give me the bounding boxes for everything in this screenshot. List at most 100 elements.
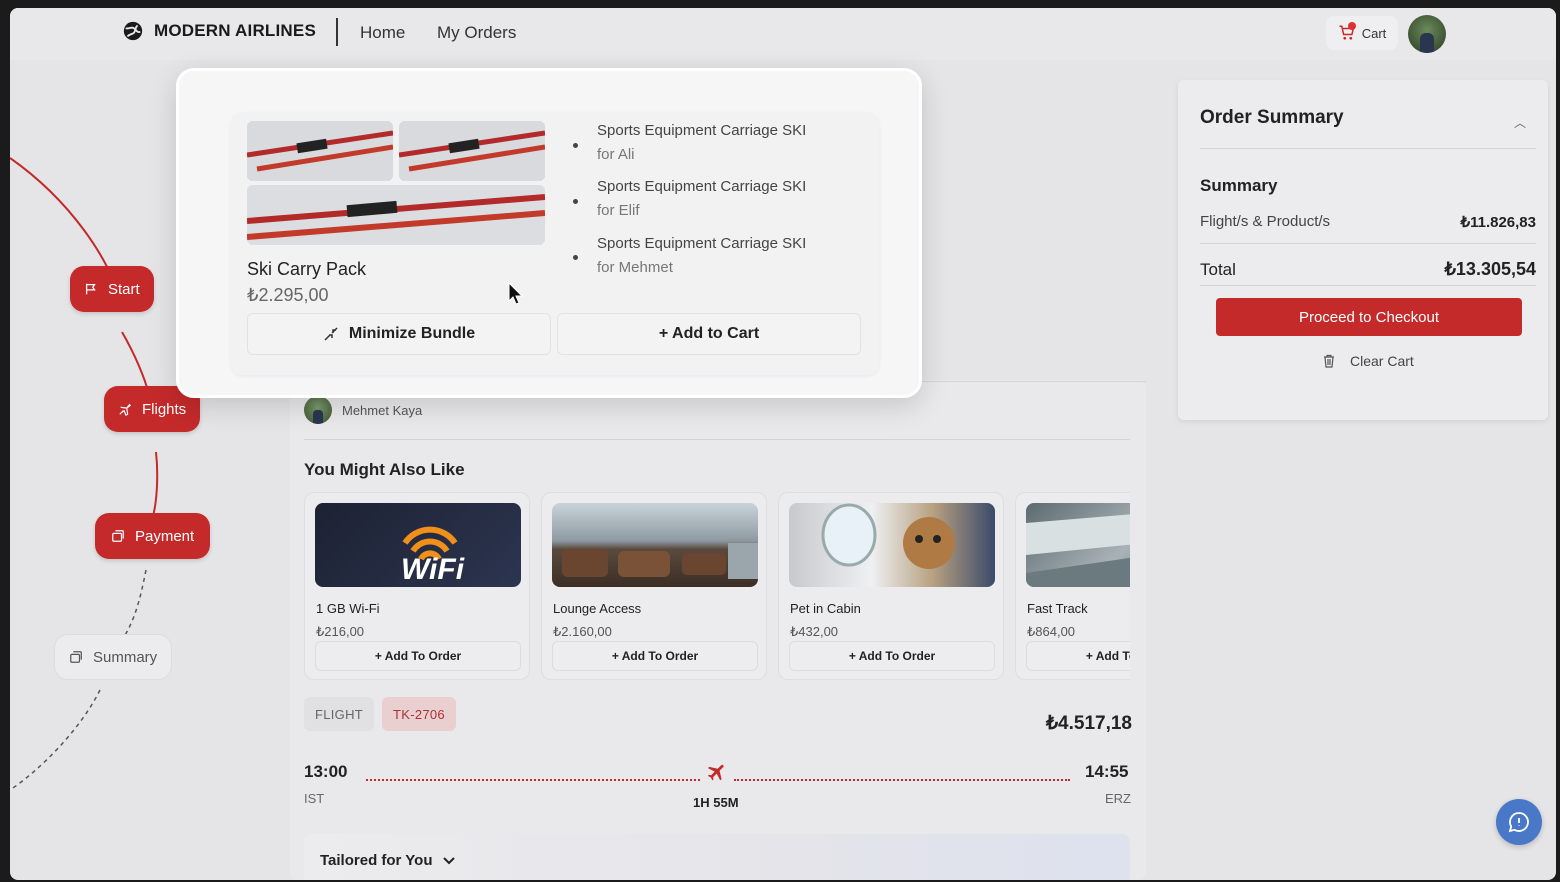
offer-name: Lounge Access [553, 601, 642, 616]
minimize-bundle-button[interactable]: Minimize Bundle [247, 313, 551, 355]
divider [1200, 148, 1536, 149]
offer-name: 1 GB Wi-Fi [316, 601, 380, 616]
payment-icon [112, 530, 124, 542]
divider [1200, 285, 1536, 286]
ski-image-1 [247, 121, 393, 181]
offer-card-pet[interactable]: Pet in Cabin ₺432,00 + Add To Order [778, 492, 1004, 680]
bundle-item-title: Sports Equipment Carriage SKI [597, 178, 807, 195]
flight-code-tag: TK-2706 [382, 697, 456, 731]
svg-text:WiFi: WiFi [401, 553, 465, 586]
flag-icon [85, 283, 96, 295]
user-avatar[interactable] [1408, 15, 1446, 53]
tailored-label: Tailored for You [320, 852, 433, 869]
nav-home[interactable]: Home [360, 23, 405, 43]
mouse-cursor-icon [508, 282, 524, 305]
offer-name: Fast Track [1027, 601, 1088, 616]
chevron-down-icon [443, 857, 455, 865]
offer-name: Pet in Cabin [790, 601, 861, 616]
flight-duration: 1H 55M [693, 795, 739, 810]
bundle-item-passenger: for Mehmet [597, 259, 673, 276]
bundle-item-passenger: for Ali [597, 146, 635, 163]
departure-time: 13:00 [304, 762, 348, 781]
nav-my-orders[interactable]: My Orders [437, 23, 516, 43]
ski-image-2 [399, 121, 545, 181]
line-item-label: Flight/s & Product/s [1200, 213, 1331, 230]
bundle-name: Ski Carry Pack [247, 259, 367, 279]
fast-track-image [1026, 503, 1130, 587]
chat-button[interactable] [1496, 799, 1542, 845]
add-to-cart-button[interactable]: + Add to Cart [557, 313, 861, 355]
plane-icon [119, 403, 132, 416]
step-start[interactable]: Start [70, 266, 154, 312]
chevron-up-icon[interactable]: ︿ [1514, 114, 1526, 131]
minimize-bundle-label: Minimize Bundle [348, 325, 476, 342]
offer-card-lounge[interactable]: Lounge Access ₺2.160,00 + Add To Order [541, 492, 767, 680]
ski-image-3 [247, 185, 545, 245]
globe-logo-icon [123, 21, 143, 41]
offer-card-fast-track[interactable]: Fast Track ₺864,00 + Add To Order [1015, 492, 1130, 680]
bundle-item: Sports Equipment Carriage SKI for Ali [597, 119, 806, 167]
flight-type-tag: FLIGHT [304, 697, 375, 731]
divider [1200, 243, 1536, 244]
step-summary[interactable]: Summary [54, 634, 173, 680]
chat-icon [1508, 812, 1529, 833]
arrival-time: 14:55 [1085, 762, 1129, 781]
offer-price: ₺432,00 [790, 624, 839, 639]
pet-image [789, 503, 995, 587]
step-summary-label: Summary [93, 648, 158, 666]
step-payment-label: Payment [135, 527, 195, 545]
total-label: Total [1200, 260, 1236, 279]
offer-card-wifi[interactable]: WiFi 1 GB Wi-Fi ₺216,00 + Add To Order [304, 492, 530, 680]
wifi-image: WiFi [315, 503, 521, 587]
proceed-to-checkout-button[interactable]: Proceed to Checkout [1216, 298, 1522, 336]
wifi-icon: WiFi [401, 526, 465, 586]
add-to-order-button[interactable]: + Add To Order [1026, 641, 1130, 671]
bundle-price: ₺2.295,00 [247, 285, 329, 305]
arrival-airport: ERZ [1105, 791, 1131, 806]
plane-icon [707, 764, 724, 781]
recommendations-carousel[interactable]: WiFi 1 GB Wi-Fi ₺216,00 + Add To Order L… [304, 492, 1130, 682]
app-window: MODERN AIRLINES Home My Orders Cart Star… [10, 8, 1556, 880]
offer-price: ₺216,00 [316, 624, 365, 639]
recommendations-title: You Might Also Like [304, 460, 465, 479]
bundle-item-title: Sports Equipment Carriage SKI [597, 122, 807, 139]
line-item-value: ₺11.826,83 [1460, 214, 1536, 231]
bullet-icon [573, 255, 578, 260]
top-header: MODERN AIRLINES Home My Orders Cart [10, 8, 1556, 60]
step-payment[interactable]: Payment [95, 513, 211, 559]
step-start-label: Start [108, 280, 140, 298]
add-to-order-button[interactable]: + Add To Order [552, 641, 758, 671]
cart-label: Cart [1361, 25, 1387, 41]
passenger-name: Mehmet Kaya [342, 402, 423, 418]
bundle-popup: Ski Carry Pack ₺2.295,00 Sports Equipmen… [176, 68, 922, 398]
departure-airport: IST [304, 791, 325, 806]
route-line-right [734, 779, 1070, 781]
add-to-order-button[interactable]: + Add To Order [789, 641, 995, 671]
cart-button[interactable]: Cart [1326, 16, 1398, 50]
offer-price: ₺864,00 [1027, 624, 1076, 639]
step-flights-label: Flights [142, 400, 187, 418]
bundle-item-title: Sports Equipment Carriage SKI [597, 235, 807, 252]
total-value: ₺13.305,54 [1444, 259, 1536, 279]
order-summary-panel: Order Summary ︿ Summary Flight/s & Produ… [1178, 80, 1548, 420]
trash-icon [1324, 354, 1334, 368]
tailored-for-you-toggle[interactable]: Tailored for You [304, 834, 1130, 880]
summary-subtitle: Summary [1200, 176, 1278, 195]
order-summary-title: Order Summary [1200, 107, 1344, 128]
clear-cart-label: Clear Cart [1350, 353, 1414, 369]
add-to-order-button[interactable]: + Add To Order [315, 641, 521, 671]
passenger-row: Mehmet Kaya [304, 396, 422, 424]
brand[interactable]: MODERN AIRLINES [122, 20, 316, 42]
cart-badge-dot [1348, 22, 1356, 30]
lounge-image [552, 503, 758, 587]
offer-price: ₺2.160,00 [553, 624, 612, 639]
summary-icon [70, 651, 82, 663]
flight-price: ₺4.517,18 [1045, 713, 1132, 734]
header-divider [336, 18, 338, 46]
bundle-card: Ski Carry Pack ₺2.295,00 Sports Equipmen… [231, 113, 879, 375]
clear-cart-button[interactable]: Clear Cart [1322, 353, 1414, 369]
bundle-item: Sports Equipment Carriage SKI for Mehmet [597, 232, 806, 280]
route-line-left [366, 779, 700, 781]
minimize-icon [324, 327, 338, 341]
bullet-icon [573, 199, 578, 204]
